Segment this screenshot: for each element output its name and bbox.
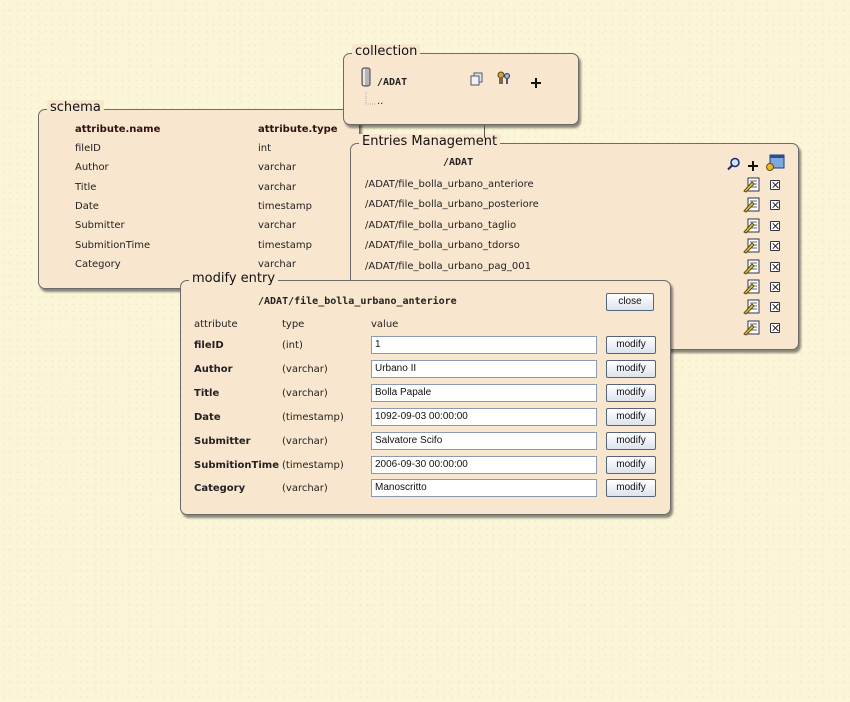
add-entry-icon[interactable] xyxy=(747,157,759,171)
delete-entry-icon[interactable] xyxy=(770,241,780,252)
edit-entry-icon[interactable] xyxy=(743,218,761,234)
entry-item-link[interactable]: /ADAT/file_bolla_urbano_taglio xyxy=(365,220,516,231)
modify-row-attribute: Category xyxy=(194,483,246,495)
modify-entry-panel: modify entry /ADAT/file_bolla_urbano_ant… xyxy=(180,271,671,515)
schema-row-name: Title xyxy=(75,181,97,193)
schema-header-type: attribute.type xyxy=(258,124,338,135)
delete-entry-icon[interactable] xyxy=(770,282,780,292)
modify-value-input[interactable]: 1 xyxy=(371,336,597,354)
connector-line xyxy=(484,125,485,138)
edit-entry-icon[interactable] xyxy=(743,320,761,336)
schema-row-name: SubmitionTime xyxy=(75,239,151,251)
schema-row-name: Date xyxy=(75,200,99,212)
modify-value-input[interactable]: 1092-09-03 00:00:00 xyxy=(371,407,597,426)
entry-item-link[interactable]: /ADAT/file_bolla_urbano_tdorso xyxy=(365,240,520,251)
edit-entry-icon[interactable] xyxy=(743,299,761,315)
collection-legend: collection xyxy=(352,44,421,60)
delete-entry-icon[interactable] xyxy=(770,200,780,211)
schema-row-type: varchar xyxy=(258,258,297,270)
modify-row-attribute: Date xyxy=(194,411,221,423)
schema-row-type: varchar xyxy=(258,181,297,193)
modify-header-type: type xyxy=(282,319,305,330)
modify-legend: modify entry xyxy=(189,271,279,287)
schema-row-type: int xyxy=(258,143,272,154)
schema-row-name: fileID xyxy=(75,143,101,154)
modify-row-type: (varchar) xyxy=(282,363,328,375)
tree-line-icon xyxy=(364,92,378,108)
schema-panel: schema attribute.name attribute.type fil… xyxy=(38,100,360,289)
database-icon xyxy=(361,67,371,87)
entry-item-link[interactable]: /ADAT/file_bolla_urbano_posteriore xyxy=(365,199,539,210)
modify-row-attribute: fileID xyxy=(194,340,224,351)
delete-entry-icon[interactable] xyxy=(770,302,780,313)
entry-item-link[interactable]: /ADAT/file_bolla_urbano_anteriore xyxy=(365,179,534,190)
modify-value-input[interactable]: Manoscritto xyxy=(371,479,597,498)
schema-row-name: Submitter xyxy=(75,220,125,232)
delete-entry-icon[interactable] xyxy=(770,220,780,231)
schema-row-type: varchar xyxy=(258,220,297,232)
modify-button[interactable]: modify xyxy=(606,383,656,402)
entry-item-link[interactable]: /ADAT/file_bolla_urbano_pag_001 xyxy=(365,261,531,272)
modify-value-input[interactable]: Urbano II xyxy=(371,359,597,378)
permissions-icon[interactable] xyxy=(496,70,512,86)
modify-row-type: (timestamp) xyxy=(282,411,344,423)
modify-row-type: (varchar) xyxy=(282,483,328,495)
search-icon[interactable] xyxy=(727,156,741,171)
modify-row-attribute: Title xyxy=(194,387,220,399)
modify-button[interactable]: modify xyxy=(606,479,656,498)
entries-path: /ADAT xyxy=(443,157,474,168)
modify-row-attribute: Submitter xyxy=(194,435,251,447)
modify-header-attribute: attribute xyxy=(194,319,238,330)
collection-path[interactable]: /ADAT xyxy=(377,77,407,88)
edit-entry-icon[interactable] xyxy=(743,259,761,275)
edit-entry-icon[interactable] xyxy=(743,197,761,213)
modify-value-input[interactable]: 2006-09-30 00:00:00 xyxy=(371,455,597,474)
modify-value-input[interactable]: Bolla Papale xyxy=(371,383,597,402)
modify-row-attribute: SubmitionTime xyxy=(194,459,279,471)
schema-row-name: Category xyxy=(75,258,121,270)
modify-button[interactable]: modify xyxy=(606,359,656,378)
modify-row-attribute: Author xyxy=(194,363,233,375)
edit-entry-icon[interactable] xyxy=(743,177,761,193)
folder-tree-icon[interactable] xyxy=(766,153,786,171)
close-button[interactable]: close xyxy=(606,293,654,311)
modify-entry-path: /ADAT/file_bolla_urbano_anteriore xyxy=(258,296,457,307)
modify-button[interactable]: modify xyxy=(606,455,656,474)
add-collection-icon[interactable] xyxy=(531,73,541,88)
copy-icon[interactable] xyxy=(470,71,484,86)
schema-header-name: attribute.name xyxy=(75,124,161,135)
delete-entry-icon[interactable] xyxy=(770,261,780,272)
schema-row-type: timestamp xyxy=(258,239,312,251)
schema-row-name: Author xyxy=(75,162,109,174)
modify-row-type: (int) xyxy=(282,340,303,351)
modify-button[interactable]: modify xyxy=(606,336,656,354)
edit-entry-icon[interactable] xyxy=(743,279,761,295)
delete-entry-icon[interactable] xyxy=(770,322,780,333)
modify-button[interactable]: modify xyxy=(606,431,656,450)
schema-row-type: timestamp xyxy=(258,200,312,212)
modify-row-type: (timestamp) xyxy=(282,459,344,471)
schema-legend: schema xyxy=(47,100,104,116)
entries-legend: Entries Management xyxy=(359,134,501,150)
modify-value-input[interactable]: Salvatore Scifo xyxy=(371,431,597,450)
collection-panel: collection /ADAT .. xyxy=(343,44,579,125)
collection-parent-link[interactable]: .. xyxy=(377,96,383,107)
delete-entry-icon[interactable] xyxy=(770,180,780,190)
edit-entry-icon[interactable] xyxy=(743,238,761,254)
modify-button[interactable]: modify xyxy=(606,407,656,426)
modify-row-type: (varchar) xyxy=(282,435,328,447)
modify-header-value: value xyxy=(371,319,399,330)
schema-row-type: varchar xyxy=(258,162,297,174)
modify-row-type: (varchar) xyxy=(282,387,328,399)
